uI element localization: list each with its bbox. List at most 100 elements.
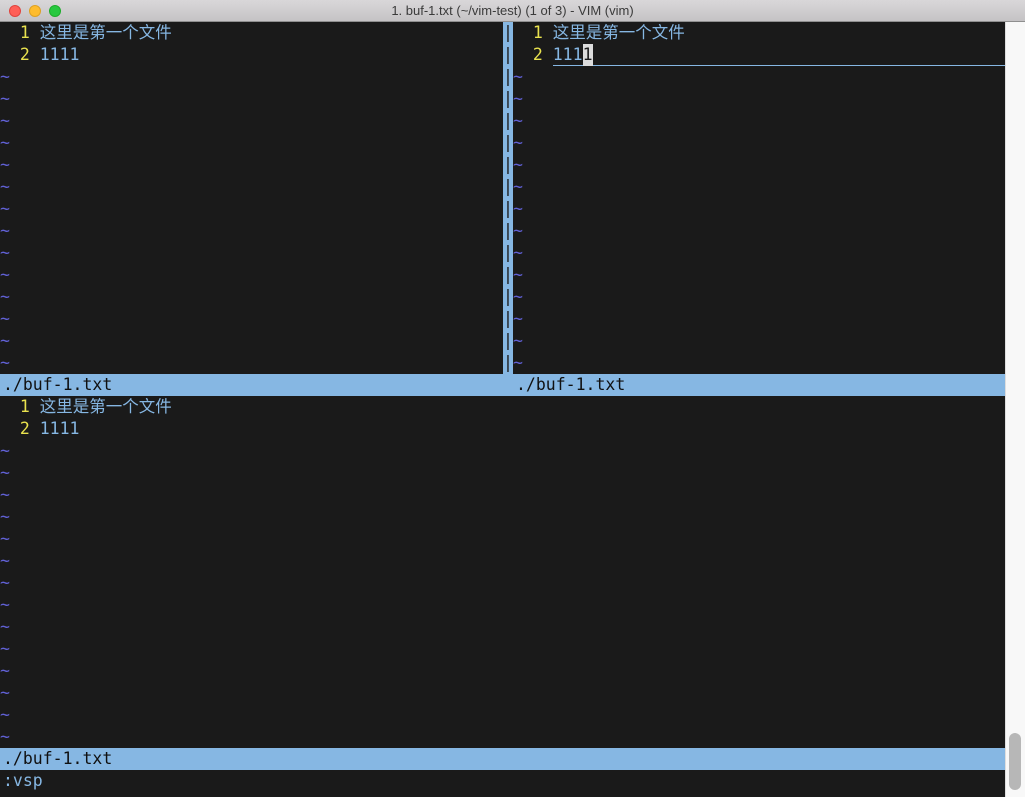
tilde-marker: ~ (0, 682, 10, 704)
tilde-marker: ~ (513, 242, 523, 264)
line-text: 这里是第一个文件 (553, 22, 685, 44)
statusline-top: ./buf-1.txt ./buf-1.txt (0, 374, 1005, 396)
vim-window-top-left[interactable]: 1 这里是第一个文件 2 1111~~~~~~~~~~~~~~ (0, 22, 503, 374)
tilde-marker: ~ (0, 572, 10, 594)
scrollbar-thumb[interactable] (1009, 733, 1021, 790)
tilde-marker: ~ (0, 132, 10, 154)
tilde-row: ~ (513, 198, 1005, 220)
split-bar-glyph: | (503, 176, 513, 198)
status-filename-bottom: ./buf-1.txt (3, 748, 112, 770)
tilde-row: ~ (0, 220, 503, 242)
status-filename-top-right: ./buf-1.txt (516, 374, 625, 396)
split-bar-glyph: | (503, 286, 513, 308)
tilde-marker: ~ (513, 176, 523, 198)
split-bar-glyph: | (503, 198, 513, 220)
split-bar-glyph: | (503, 242, 513, 264)
tilde-marker: ~ (0, 462, 10, 484)
split-bar-glyph: | (503, 308, 513, 330)
command-line[interactable]: :vsp (0, 770, 1005, 792)
split-bar-glyph: | (503, 88, 513, 110)
status-filename-top-left: ./buf-1.txt (3, 374, 112, 396)
tilde-row: ~ (0, 550, 1005, 572)
tilde-row: ~ (513, 352, 1005, 374)
split-bar-glyph: | (503, 330, 513, 352)
tilde-row: ~ (513, 88, 1005, 110)
vim-content: 1 这里是第一个文件 2 1111~~~~~~~~~~~~~~ ||||||||… (0, 22, 1005, 792)
tilde-marker: ~ (513, 132, 523, 154)
tilde-row: ~ (0, 88, 503, 110)
tilde-marker: ~ (0, 242, 10, 264)
tilde-row: ~ (0, 198, 503, 220)
traffic-lights (9, 5, 61, 17)
buffer-line: 2 1111 (0, 44, 503, 66)
tilde-row: ~ (0, 638, 1005, 660)
tilde-row: ~ (0, 264, 503, 286)
buffer-line: 2 1111 (0, 418, 1005, 440)
line-text: 1111 (40, 44, 80, 66)
tilde-marker: ~ (0, 638, 10, 660)
tilde-row: ~ (0, 132, 503, 154)
split-bar-glyph: | (503, 66, 513, 88)
tilde-row: ~ (0, 506, 1005, 528)
tilde-marker: ~ (0, 154, 10, 176)
split-bar-glyph: | (503, 132, 513, 154)
minimize-button[interactable] (29, 5, 41, 17)
line-number: 1 (513, 22, 553, 44)
macvim-window: 1. buf-1.txt (~/vim-test) (1 of 3) - VIM… (0, 0, 1025, 797)
tilde-row: ~ (0, 330, 503, 352)
tilde-marker: ~ (513, 66, 523, 88)
tilde-marker: ~ (0, 88, 10, 110)
tilde-marker: ~ (0, 176, 10, 198)
tilde-row: ~ (0, 704, 1005, 726)
tilde-row: ~ (0, 352, 503, 374)
tilde-marker: ~ (0, 660, 10, 682)
tilde-marker: ~ (0, 484, 10, 506)
tilde-row: ~ (0, 308, 503, 330)
tilde-marker: ~ (0, 704, 10, 726)
window-title: 1. buf-1.txt (~/vim-test) (1 of 3) - VIM… (0, 0, 1025, 21)
tilde-row: ~ (0, 176, 503, 198)
tilde-row: ~ (0, 242, 503, 264)
tilde-row: ~ (0, 110, 503, 132)
tilde-row: ~ (0, 66, 503, 88)
split-bar-glyph: | (503, 352, 513, 374)
tilde-marker: ~ (513, 154, 523, 176)
scrollbar[interactable] (1005, 22, 1025, 797)
line-text: 这里是第一个文件 (40, 22, 172, 44)
line-number: 1 (0, 22, 40, 44)
statusline-bottom: ./buf-1.txt (0, 748, 1005, 770)
tilde-marker: ~ (513, 110, 523, 132)
vim-window-top-right[interactable]: 1 这里是第一个文件 2 1111~~~~~~~~~~~~~~ (513, 22, 1005, 374)
tilde-marker: ~ (513, 286, 523, 308)
split-bar-glyph: | (503, 154, 513, 176)
tilde-row: ~ (0, 594, 1005, 616)
tilde-marker: ~ (0, 198, 10, 220)
vertical-split-separator[interactable]: |||||||||||||||| (503, 22, 513, 374)
tilde-marker: ~ (0, 330, 10, 352)
close-button[interactable] (9, 5, 21, 17)
tilde-row: ~ (513, 110, 1005, 132)
tilde-marker: ~ (0, 550, 10, 572)
zoom-button[interactable] (49, 5, 61, 17)
tilde-marker: ~ (0, 308, 10, 330)
tilde-marker: ~ (0, 352, 10, 374)
split-bar-glyph: | (503, 110, 513, 132)
split-bar-glyph: | (503, 44, 513, 66)
tilde-marker: ~ (0, 594, 10, 616)
tilde-marker: ~ (513, 264, 523, 286)
buffer-line: 1 这里是第一个文件 (513, 22, 1005, 44)
split-bar-glyph: | (503, 264, 513, 286)
tilde-row: ~ (0, 528, 1005, 550)
tilde-marker: ~ (0, 264, 10, 286)
cursor: 1 (583, 44, 593, 66)
vim-window-bottom[interactable]: 1 这里是第一个文件 2 1111~~~~~~~~~~~~~~ (0, 396, 1005, 748)
tilde-marker: ~ (0, 506, 10, 528)
tilde-row: ~ (513, 330, 1005, 352)
tilde-row: ~ (513, 264, 1005, 286)
tilde-row: ~ (513, 286, 1005, 308)
tilde-row: ~ (513, 132, 1005, 154)
split-bar-glyph: | (503, 220, 513, 242)
cursorline-underline (593, 44, 1006, 66)
buffer-line: 2 1111 (513, 44, 1005, 66)
line-text: 111 (553, 44, 583, 66)
